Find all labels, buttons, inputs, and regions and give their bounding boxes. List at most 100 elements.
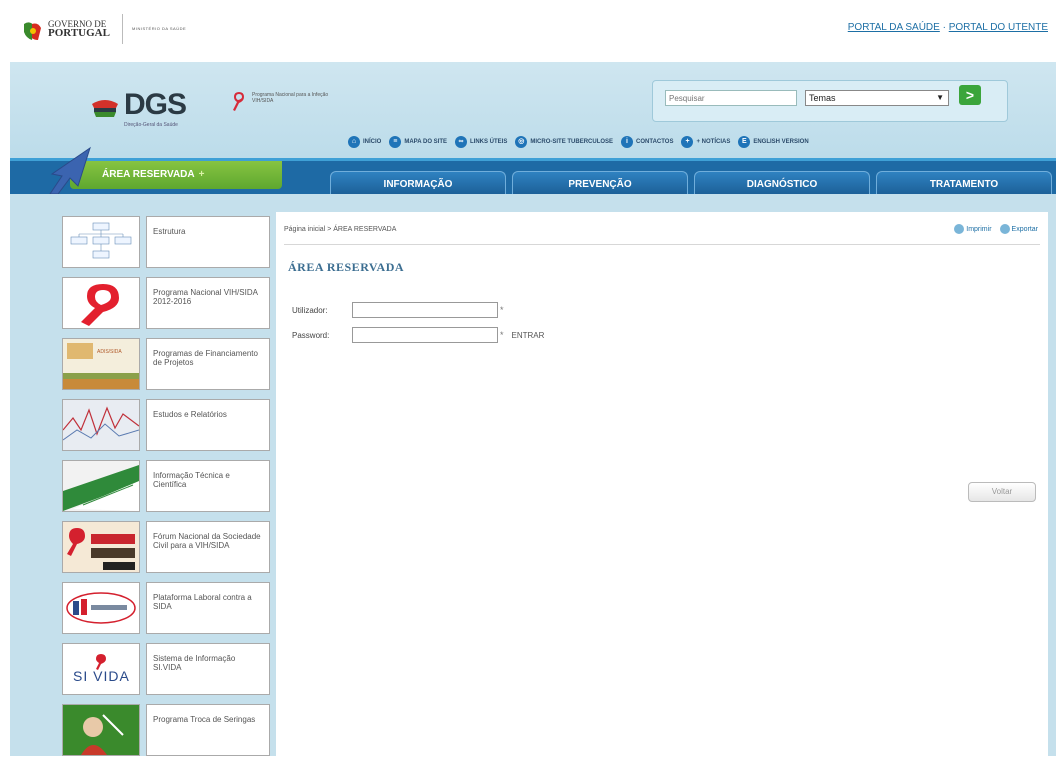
top-navigation: ⌂ INÍCIO ≡ MAPA DO SITE ∞ LINKS ÚTEIS ◎ MICR… <box>348 134 809 150</box>
topnav-label: MICRO-SITE TUBERCULOSE <box>530 139 614 145</box>
topnav-label: ENGLISH VERSION <box>753 139 809 145</box>
sidebar-item-sistema-informacao[interactable]: SI VIDA Sistema de Informação SI.VIDA <box>62 643 272 695</box>
expand-plus-icon: + <box>198 169 205 180</box>
globe-icon: ◎ <box>515 136 528 148</box>
sidebar-item-label: Informação Técnica e Científica <box>146 460 270 512</box>
username-row: Utilizador: * <box>292 302 504 318</box>
print-icon <box>954 224 965 234</box>
topnav-label: CONTACTOS <box>636 139 674 145</box>
portal-links-separator: · <box>939 22 949 33</box>
export-link[interactable]: Exportar <box>999 224 1038 234</box>
government-header: GOVERNO DE PORTUGAL MINISTÉRIO DA SAÚDE … <box>0 0 1056 62</box>
sitemap-icon: ≡ <box>389 136 402 148</box>
topnav-label: INÍCIO <box>363 139 382 145</box>
topnav-mapa-do-site[interactable]: ≡ MAPA DO SITE <box>389 134 447 150</box>
sidebar: Estrutura Programa Nacional VIH/SIDA 201… <box>62 216 272 765</box>
topnav-label: LINKS ÚTEIS <box>470 139 508 145</box>
portugal-flag-logo <box>24 22 41 40</box>
main-panel: Página inicial > ÁREA RESERVADA Imprimir… <box>276 212 1048 756</box>
divider <box>284 244 1040 245</box>
highlight-arrow-icon <box>49 146 91 195</box>
content-area: Estrutura Programa Nacional VIH/SIDA 201… <box>10 194 1056 756</box>
news-icon: + <box>681 136 694 148</box>
link-icon: ∞ <box>455 136 468 148</box>
page-title: ÁREA RESERVADA <box>288 260 405 274</box>
sidebar-item-programas-financiamento[interactable]: ADIS/SIDA Programas de Financiamento de … <box>62 338 272 390</box>
government-name: GOVERNO DE PORTUGAL <box>48 20 110 39</box>
org-chart-thumbnail <box>62 216 140 268</box>
home-icon: ⌂ <box>348 136 360 148</box>
password-field[interactable] <box>352 327 498 343</box>
sidebar-item-estrutura[interactable]: Estrutura <box>62 216 272 268</box>
breadcrumb[interactable]: Página inicial > ÁREA RESERVADA <box>284 226 396 233</box>
info-icon: i <box>621 136 634 148</box>
portal-utente-link[interactable]: PORTAL DO UTENTE <box>949 22 1048 33</box>
site-header: DGS Direção-Geral da Saúde Programa Naci… <box>10 62 1056 158</box>
topnav-micro-site-tuberculose[interactable]: ◎ MICRO-SITE TUBERCULOSE <box>515 134 613 150</box>
sidebar-item-label: Programa Troca de Seringas <box>146 704 270 756</box>
topnav-noticias[interactable]: + + NOTÍCIAS <box>681 134 730 150</box>
password-label: Password: <box>292 330 330 340</box>
sivida-logo-text: SI VIDA <box>73 668 130 684</box>
back-button[interactable]: Voltar <box>968 482 1036 502</box>
search-scope-value: Temas <box>809 93 836 103</box>
sidebar-item-programa-troca-seringas[interactable]: Programa Troca de Seringas <box>62 704 272 756</box>
financing-thumbnail: ADIS/SIDA <box>62 338 140 390</box>
government-name-line2: PORTUGAL <box>48 27 110 39</box>
topnav-inicio[interactable]: ⌂ INÍCIO <box>348 134 381 150</box>
search-bar: Temas ▼ > <box>652 80 1008 122</box>
sidebar-item-informacao-tecnica[interactable]: Informação Técnica e Científica <box>62 460 272 512</box>
search-input[interactable] <box>665 90 797 106</box>
search-scope-select[interactable]: Temas ▼ <box>805 90 949 106</box>
password-row: Password: * ENTRAR <box>292 327 544 343</box>
sidebar-item-programa-nacional[interactable]: Programa Nacional VIH/SIDA 2012-2016 <box>62 277 272 329</box>
page-frame: DGS Direção-Geral da Saúde Programa Naci… <box>10 62 1056 756</box>
dgs-subtitle: Direção-Geral da Saúde <box>124 122 178 128</box>
sidebar-item-label: Programas de Financiamento de Projetos <box>146 338 270 390</box>
required-marker: * <box>500 330 504 340</box>
required-marker: * <box>500 305 504 315</box>
area-reservada-label: ÁREA RESERVADA <box>102 169 195 180</box>
programa-nacional-logo-text: Programa Nacional para a Infeção VIH/SID… <box>252 92 329 104</box>
export-icon <box>999 224 1010 234</box>
sidebar-item-label: Estudos e Relatórios <box>146 399 270 451</box>
topnav-contactos[interactable]: i CONTACTOS <box>621 134 673 150</box>
chart-thumbnail <box>62 399 140 451</box>
sidebar-item-label: Programa Nacional VIH/SIDA 2012-2016 <box>146 277 270 329</box>
svg-text:ADIS/SIDA: ADIS/SIDA <box>97 349 122 355</box>
print-link[interactable]: Imprimir <box>954 224 992 234</box>
language-icon: E <box>738 136 751 148</box>
syringe-exchange-thumbnail <box>62 704 140 756</box>
enter-button[interactable]: ENTRAR <box>512 331 545 340</box>
sidebar-item-label: Estrutura <box>146 216 270 268</box>
forum-thumbnail <box>62 521 140 573</box>
topnav-label: MAPA DO SITE <box>404 139 448 145</box>
red-ribbon-thumbnail <box>62 277 140 329</box>
tab-area-reservada[interactable]: ÁREA RESERVADA + <box>70 161 282 189</box>
sidebar-item-estudos-relatorios[interactable]: Estudos e Relatórios <box>62 399 272 451</box>
print-label: Imprimir <box>966 225 992 233</box>
chevron-down-icon: ▼ <box>936 93 944 102</box>
header-divider <box>122 14 123 44</box>
search-submit-button[interactable]: > <box>959 85 981 105</box>
dgs-wordmark: DGS <box>124 88 187 121</box>
topnav-label: + NOTÍCIAS <box>696 139 731 145</box>
topnav-english-version[interactable]: E ENGLISH VERSION <box>738 134 809 150</box>
sidebar-item-plataforma-laboral[interactable]: Plataforma Laboral contra a SIDA <box>62 582 272 634</box>
red-ribbon-icon <box>233 92 244 111</box>
main-navigation: ÁREA RESERVADA + INFORMAÇÃO PREVENÇÃO DIA… <box>10 158 1056 197</box>
technical-info-thumbnail <box>62 460 140 512</box>
export-label: Exportar <box>1011 225 1038 233</box>
username-field[interactable] <box>352 302 498 318</box>
sidebar-item-label: Plataforma Laboral contra a SIDA <box>146 582 270 634</box>
sidebar-item-label: Fórum Nacional da Sociedade Civil para a… <box>146 521 270 573</box>
plataforma-thumbnail <box>62 582 140 634</box>
sidebar-item-label: Sistema de Informação SI.VIDA <box>146 643 270 695</box>
portal-saude-link[interactable]: PORTAL DA SAÚDE <box>848 22 940 33</box>
username-label: Utilizador: <box>292 305 328 315</box>
sidebar-item-forum-nacional[interactable]: Fórum Nacional da Sociedade Civil para a… <box>62 521 272 573</box>
portal-links: PORTAL DA SAÚDE · PORTAL DO UTENTE <box>848 22 1048 33</box>
topnav-links-uteis[interactable]: ∞ LINKS ÚTEIS <box>455 134 507 150</box>
sivida-thumbnail: SI VIDA <box>62 643 140 695</box>
page-tools: Imprimir Exportar <box>954 224 1038 234</box>
